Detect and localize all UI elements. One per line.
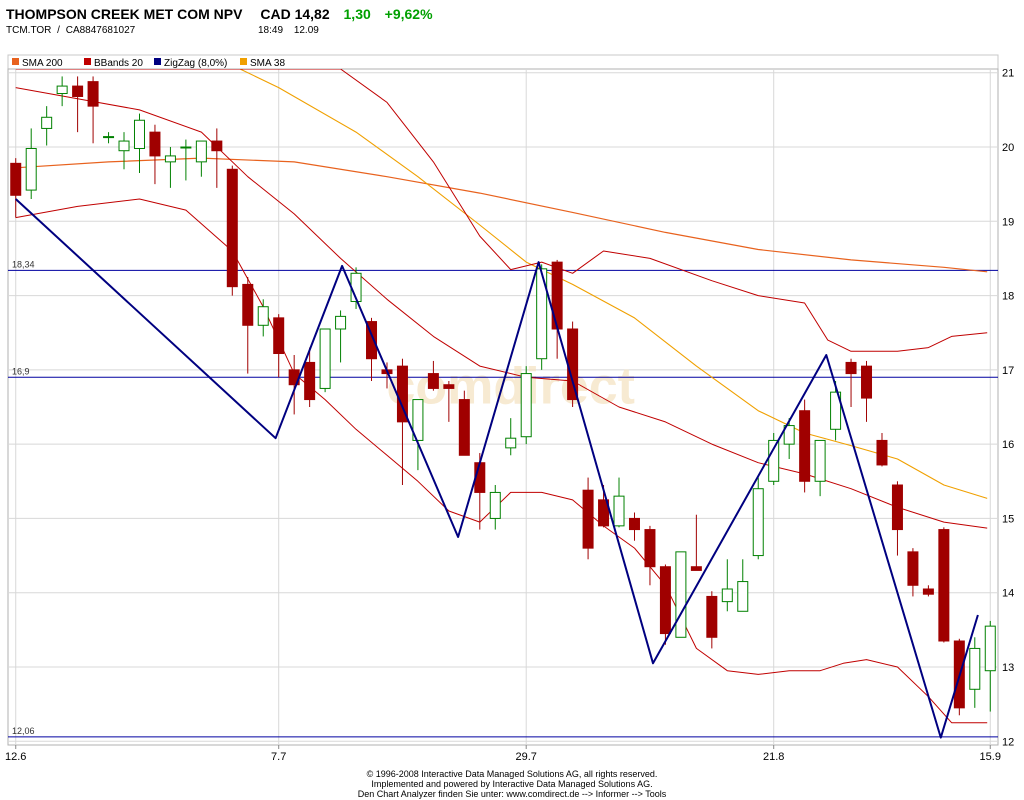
candle-down: [242, 283, 254, 326]
candle-up: [1001, 532, 1011, 593]
level-label: 16,9: [12, 366, 30, 376]
legend-label: BBands 20: [94, 58, 143, 69]
candle-up: [164, 155, 176, 163]
candle-down: [149, 131, 161, 157]
candle-down: [582, 489, 594, 549]
candle-down: [226, 168, 238, 288]
candle-down: [690, 566, 702, 571]
y-tick-label: 20: [1002, 142, 1014, 154]
x-tick-label: 29.7: [515, 751, 536, 763]
x-tick-label: 15.9: [980, 751, 1001, 763]
candle-down: [427, 373, 439, 389]
candle-up: [56, 85, 68, 95]
candle-up: [969, 647, 981, 690]
candle-up: [335, 315, 347, 330]
y-tick-label: 18: [1002, 291, 1014, 303]
candle-up: [721, 588, 733, 603]
candle-down: [72, 85, 84, 97]
candle-up: [25, 147, 37, 191]
candle-down: [10, 162, 22, 196]
y-tick-label: 19: [1002, 216, 1014, 228]
candle-down: [907, 551, 919, 586]
legend-label: ZigZag (8,0%): [164, 58, 227, 69]
candle-down: [876, 439, 888, 466]
candle-up: [814, 439, 826, 482]
candle-down: [861, 365, 873, 399]
candle-up: [675, 551, 687, 638]
candle-up: [505, 437, 517, 449]
candle-up: [103, 136, 115, 139]
candle-down: [567, 328, 579, 401]
candle-up: [752, 488, 764, 557]
candle-up: [737, 581, 749, 612]
chart-analyzer-note: Den Chart Analyzer finden Sie unter: www…: [357, 789, 667, 799]
candle-down: [845, 361, 857, 375]
level-label: 12,06: [12, 726, 35, 736]
copyright: © 1996-2008 Interactive Data Managed Sol…: [366, 769, 658, 779]
y-tick-label: 14: [1002, 588, 1014, 600]
level-label: 18,34: [12, 259, 35, 269]
candle-down: [659, 566, 671, 635]
y-tick-label: 21: [1002, 68, 1014, 80]
candle-down: [87, 81, 99, 107]
candle-up: [257, 306, 269, 326]
candle-down: [799, 410, 811, 482]
candle-up: [118, 140, 130, 152]
legend-label: SMA 38: [250, 58, 285, 69]
legend-swatch: [12, 58, 19, 65]
candle-up: [41, 116, 53, 129]
candle-down: [211, 140, 223, 152]
candle-down: [551, 261, 563, 330]
legend-swatch: [154, 58, 161, 65]
y-tick-label: 16: [1002, 439, 1014, 451]
implementation-note: Implemented and powered by Interactive D…: [371, 779, 653, 789]
candle-up: [319, 328, 331, 389]
legend-swatch: [240, 58, 247, 65]
candle-down: [443, 384, 455, 389]
candle-down: [891, 484, 903, 531]
candle-down: [273, 317, 285, 355]
candle-up: [613, 495, 625, 527]
candle-down: [304, 361, 316, 401]
candle-up: [180, 146, 192, 149]
y-tick-label: 13: [1002, 662, 1014, 674]
candle-down: [458, 399, 470, 456]
legend-swatch: [84, 58, 91, 65]
x-tick-label: 21.8: [763, 751, 784, 763]
candle-up: [133, 119, 145, 149]
y-tick-label: 17: [1002, 365, 1014, 377]
candle-down: [628, 517, 640, 531]
candle-up: [520, 373, 532, 438]
candle-down: [938, 529, 950, 642]
y-tick-label: 15: [1002, 513, 1014, 525]
candle-up: [489, 491, 501, 519]
candle-down: [644, 529, 656, 568]
candle-up: [195, 140, 207, 163]
candle-up: [984, 625, 996, 672]
price-chart: SMA 200 BBands 20 ZigZag (8,0%) SMA 38 12 13 1…: [5, 54, 1014, 763]
y-tick-label: 12: [1002, 736, 1014, 748]
x-tick-label: 12.6: [5, 751, 26, 763]
candle-down: [922, 588, 934, 595]
legend-label: SMA 200: [22, 58, 63, 69]
candle-down: [706, 595, 718, 638]
x-tick-label: 7.7: [271, 751, 286, 763]
watermark-logo: comdirect: [386, 357, 635, 415]
